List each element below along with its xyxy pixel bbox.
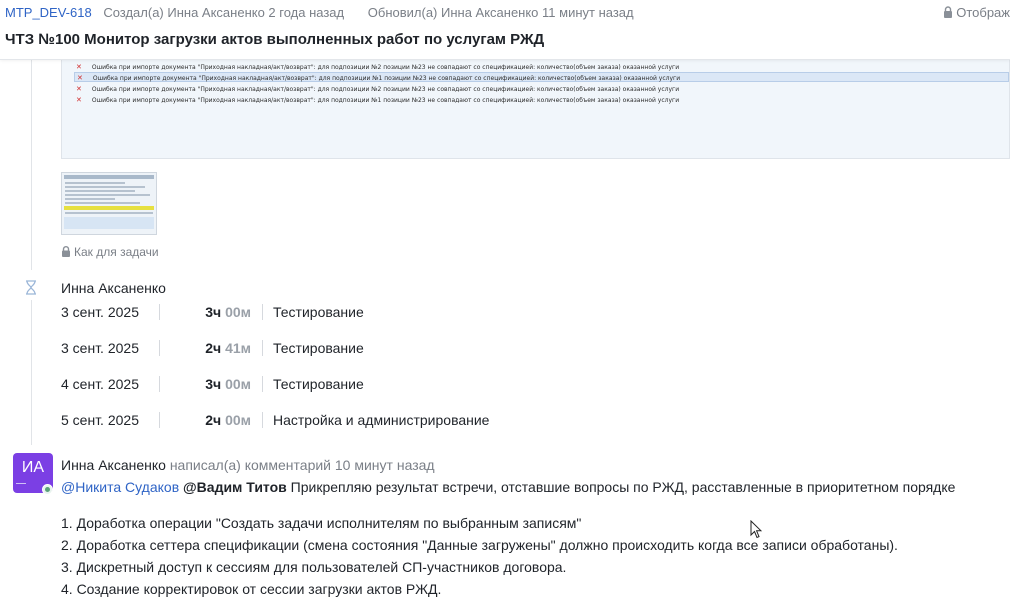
avatar-initials: ИА xyxy=(21,459,45,476)
mention-link[interactable]: @Никита Судаков xyxy=(61,479,179,495)
issue-title: ЧТЗ №100 Монитор загрузки актов выполнен… xyxy=(5,31,545,48)
error-row: ✕ Ошибка при импорте документа "Приходная… xyxy=(76,96,680,104)
worklog-date: 3 сент. 2025 xyxy=(61,340,139,356)
worklog-activity: Настройка и администрирование xyxy=(273,412,490,428)
error-x-icon: ✕ xyxy=(77,74,83,82)
worklog-activity: Тестирование xyxy=(273,340,364,356)
attachment-thumbnail[interactable] xyxy=(61,172,157,235)
visibility-control[interactable]: Отображ xyxy=(943,5,1010,20)
list-item: 4. Создание корректировок от сессии загр… xyxy=(61,581,442,597)
error-row: ✕ Ошибка при импорте документа "Приходная… xyxy=(76,63,680,71)
comment-author[interactable]: Инна Аксаненко xyxy=(61,457,166,473)
worklog-duration: 3ч 00м xyxy=(205,376,251,392)
mouse-cursor-icon xyxy=(750,520,762,539)
comment-intro: @Никита Судаков @Вадим Титов Прикрепляю … xyxy=(61,479,955,495)
list-item: 1. Доработка операции "Создать задачи ис… xyxy=(61,515,582,531)
globe-badge-icon xyxy=(42,484,53,495)
timeline-line xyxy=(31,60,32,270)
issue-key-link[interactable]: MTP_DEV-618 xyxy=(5,5,92,20)
issue-page: MTP_DEV-618 Создал(а) Инна Аксаненко 2 г… xyxy=(0,0,1010,606)
worklog-duration: 2ч 41м xyxy=(205,340,251,356)
error-row: ✕ Ошибка при импорте документа "Приходная… xyxy=(76,85,680,93)
worklog-activity: Тестирование xyxy=(273,304,364,320)
comment-list: 1. Доработка операции "Создать задачи ис… xyxy=(61,515,898,603)
worklog-activity: Тестирование xyxy=(273,376,364,392)
issue-meta: MTP_DEV-618 Создал(а) Инна Аксаненко 2 г… xyxy=(5,5,634,21)
comment-action: написал(а) комментарий 10 минут назад xyxy=(169,457,435,473)
error-x-icon: ✕ xyxy=(76,63,82,71)
error-x-icon: ✕ xyxy=(76,85,82,93)
updated-info: Обновил(а) Инна Аксаненко 11 минут назад xyxy=(367,5,634,20)
worklog-duration: 3ч 00м xyxy=(205,304,251,320)
worklog-date: 5 сент. 2025 xyxy=(61,412,139,428)
timeline-line xyxy=(31,300,32,445)
attachment-image-errors[interactable]: ✕ Ошибка при импорте документа "Приходная… xyxy=(61,60,1010,159)
worklog-date: 3 сент. 2025 xyxy=(61,304,139,320)
visibility-label: Отображ xyxy=(956,5,1010,20)
list-item: 2. Доработка сеттера спецификации (смена… xyxy=(61,537,898,553)
worklog-date: 4 сент. 2025 xyxy=(61,376,139,392)
lock-icon xyxy=(944,6,953,18)
hourglass-icon xyxy=(26,280,36,295)
comment-text: Прикрепляю результат встречи, отставшие … xyxy=(290,479,956,495)
worklog-author[interactable]: Инна Аксаненко xyxy=(61,280,166,296)
attachment-restriction: Как для задачи xyxy=(61,245,159,259)
error-row-selected: ✕ Ошибка при импорте документа "Приходная… xyxy=(74,72,1009,82)
comment-header: Инна Аксаненко написал(а) комментарий 10… xyxy=(61,457,435,473)
lock-icon xyxy=(62,246,70,257)
error-x-icon: ✕ xyxy=(76,96,82,104)
worklog-duration: 2ч 00м xyxy=(205,412,251,428)
created-info: Создал(а) Инна Аксаненко 2 года назад xyxy=(103,5,345,20)
issue-header: MTP_DEV-618 Создал(а) Инна Аксаненко 2 г… xyxy=(0,0,1010,60)
list-item: 3. Дискретный доступ к сессиям для польз… xyxy=(61,559,567,575)
restriction-label: Как для задачи xyxy=(74,245,159,259)
mention-link[interactable]: @Вадим Титов xyxy=(183,479,287,495)
